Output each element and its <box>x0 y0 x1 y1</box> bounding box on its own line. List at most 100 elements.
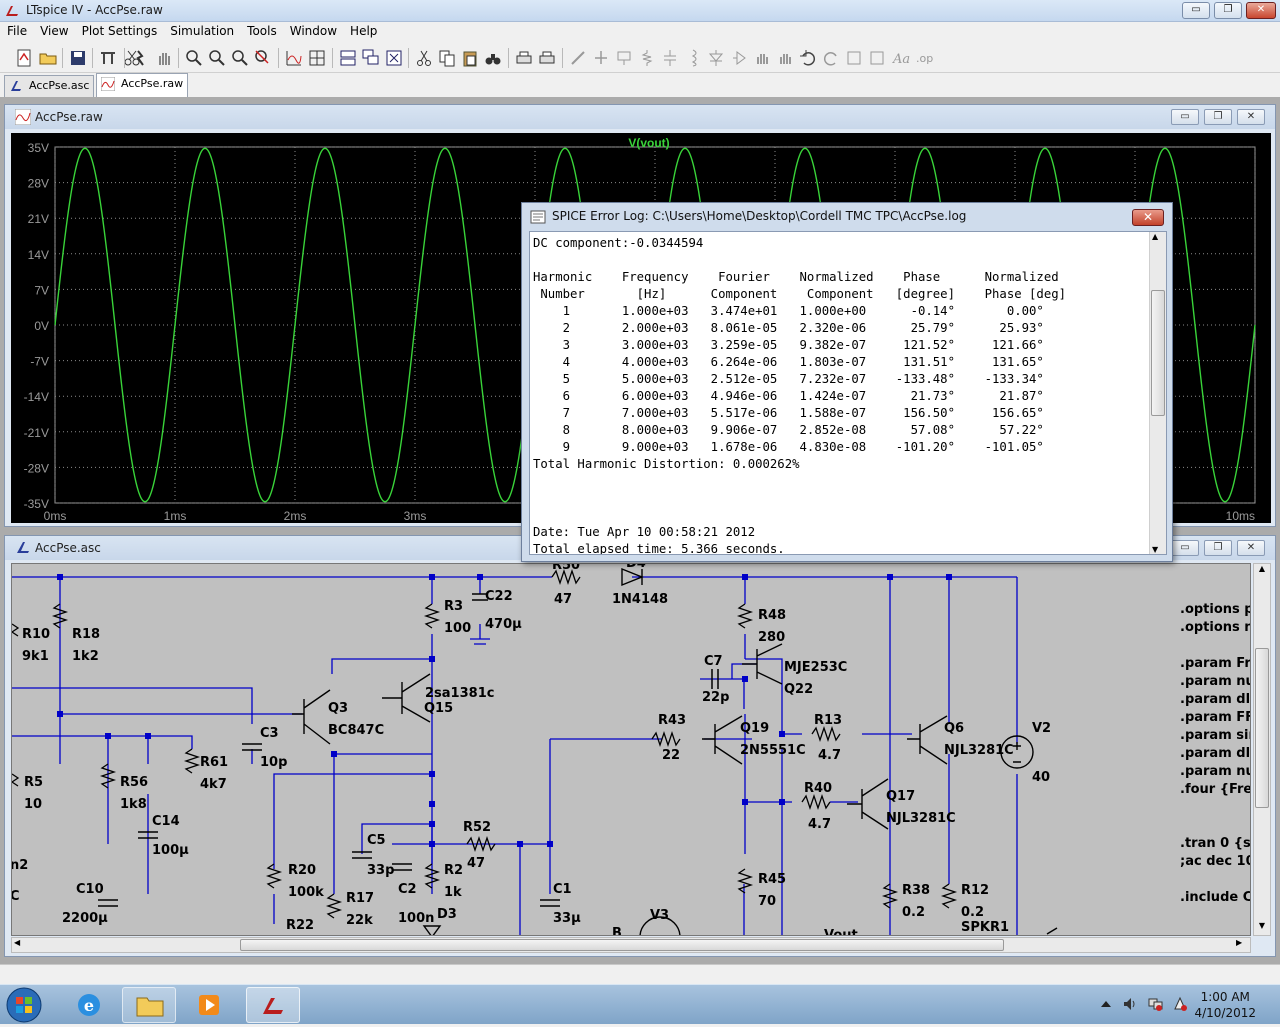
zoom-fit-icon[interactable] <box>253 48 273 68</box>
status-bar <box>0 964 1280 984</box>
horizontal-scroll-thumb[interactable] <box>240 939 1004 951</box>
menu-view[interactable]: View <box>33 22 74 38</box>
spice-directive-icon[interactable]: .op <box>913 48 933 68</box>
new-schematic-icon[interactable] <box>14 48 34 68</box>
save-icon[interactable] <box>68 48 88 68</box>
log-scroll-down-icon[interactable]: ▼ <box>1152 545 1158 554</box>
open-folder-icon[interactable] <box>38 48 58 68</box>
action-center-icon[interactable] <box>1172 996 1188 1012</box>
spice-directive: .include C <box>1180 890 1251 905</box>
grid-icon[interactable] <box>307 48 327 68</box>
svg-text:10: 10 <box>24 797 42 812</box>
tab-accpse-asc[interactable]: AccPse.asc <box>4 75 94 97</box>
spice-directives: .options pl .options nu .param Fre .param n… <box>1180 602 1251 905</box>
y-tick-label: -14V <box>24 390 49 404</box>
capacitor-icon[interactable] <box>660 48 680 68</box>
menu-window[interactable]: Window <box>283 22 343 38</box>
schematic-minimize-button[interactable]: ▭ <box>1171 540 1199 556</box>
waveform-maximize-button[interactable]: ❐ <box>1204 109 1232 125</box>
log-scroll-thumb[interactable] <box>1151 290 1165 416</box>
svg-text:n2: n2 <box>12 858 28 873</box>
spice-directive: .param dly <box>1180 692 1251 707</box>
resistor-icon[interactable] <box>637 48 657 68</box>
undo-icon[interactable] <box>798 48 818 68</box>
autorange-icon[interactable] <box>284 48 304 68</box>
taskbar-ltspice[interactable] <box>246 987 300 1023</box>
halt-hand-icon[interactable] <box>154 48 174 68</box>
start-button-icon[interactable] <box>4 986 44 1024</box>
schematic-horizontal-scrollbar[interactable]: ◀ ▶ <box>11 937 1251 953</box>
system-clock[interactable]: 1:00 AM 4/10/2012 <box>1194 989 1256 1021</box>
drag-hand-icon[interactable] <box>775 48 795 68</box>
component-labels: R109k1 R181k2 R3100 C22470µ R5047 D41N41… <box>12 564 1051 935</box>
ground-icon[interactable] <box>591 48 611 68</box>
control-panel-icon[interactable] <box>98 48 118 68</box>
log-line: Number [Hz] Component Component [degree]… <box>533 287 1067 301</box>
find-icon[interactable] <box>483 48 503 68</box>
y-tick-label: 28V <box>28 177 49 191</box>
schematic-vertical-scrollbar[interactable]: ▲ ▼ <box>1253 563 1271 936</box>
menu-file[interactable]: File <box>0 22 33 38</box>
rotate-icon[interactable] <box>844 48 864 68</box>
svg-text:R13: R13 <box>814 713 842 728</box>
label-net-icon[interactable] <box>614 48 634 68</box>
inductor-icon[interactable] <box>683 48 703 68</box>
svg-text:R50: R50 <box>552 564 580 573</box>
close-all-icon[interactable] <box>384 48 404 68</box>
scroll-up-arrow-icon[interactable]: ▲ <box>1256 564 1268 578</box>
network-icon[interactable] <box>1147 996 1163 1012</box>
paste-icon[interactable] <box>460 48 480 68</box>
maximize-button[interactable]: ❐ <box>1214 2 1242 19</box>
cascade-icon[interactable] <box>361 48 381 68</box>
log-close-button[interactable]: ✕ <box>1132 209 1164 226</box>
media-player-icon <box>199 995 219 1015</box>
svg-text:9k1: 9k1 <box>22 649 49 664</box>
svg-text:MJE253C: MJE253C <box>784 660 847 675</box>
draw-wire-icon[interactable] <box>568 48 588 68</box>
taskbar-media-player[interactable] <box>182 987 236 1023</box>
cut-icon[interactable] <box>414 48 434 68</box>
print-icon[interactable] <box>537 48 557 68</box>
show-hidden-icons-icon[interactable] <box>1100 999 1112 1009</box>
close-button[interactable]: ✕ <box>1246 2 1276 19</box>
print-setup-icon[interactable] <box>514 48 534 68</box>
taskbar-explorer[interactable] <box>122 987 176 1023</box>
copy-icon[interactable] <box>437 48 457 68</box>
y-tick-label: 0V <box>34 319 49 333</box>
schematic-close-button[interactable]: ✕ <box>1237 540 1265 556</box>
component-icon[interactable] <box>729 48 749 68</box>
waveform-close-button[interactable]: ✕ <box>1237 109 1265 125</box>
text-icon[interactable]: Aa <box>890 48 910 68</box>
log-scroll-up-icon[interactable]: ▲ <box>1152 232 1158 241</box>
minimize-button[interactable]: ▭ <box>1182 2 1210 19</box>
scroll-down-arrow-icon[interactable]: ▼ <box>1256 921 1268 935</box>
log-text-area[interactable]: DC component:-0.0344594 Harmonic Frequen… <box>529 231 1167 555</box>
schematic-drawing[interactable]: R109k1 R181k2 R3100 C22470µ R5047 D41N41… <box>12 564 1251 936</box>
diode-icon[interactable] <box>706 48 726 68</box>
run-icon[interactable] <box>130 48 150 68</box>
waveform-minimize-button[interactable]: ▭ <box>1171 109 1199 125</box>
tab-accpse-raw[interactable]: AccPse.raw <box>96 73 188 97</box>
zoom-in-icon[interactable] <box>184 48 204 68</box>
vertical-scroll-thumb[interactable] <box>1255 648 1269 808</box>
volume-icon[interactable] <box>1122 996 1138 1012</box>
menu-tools[interactable]: Tools <box>240 22 283 38</box>
schematic-maximize-button[interactable]: ❐ <box>1204 540 1232 556</box>
menu-simulation[interactable]: Simulation <box>163 22 240 38</box>
scroll-left-arrow-icon[interactable]: ◀ <box>14 938 26 952</box>
taskbar-internet-explorer[interactable]: e <box>62 987 116 1023</box>
zoom-pan-icon[interactable] <box>207 48 227 68</box>
menu-help[interactable]: Help <box>343 22 383 38</box>
svg-text:2sa1381c: 2sa1381c <box>425 686 494 701</box>
svg-text:10p: 10p <box>260 755 287 770</box>
redo-icon[interactable] <box>821 48 841 68</box>
move-hand-icon[interactable] <box>752 48 772 68</box>
zoom-out-icon[interactable] <box>230 48 250 68</box>
mirror-icon[interactable] <box>867 48 887 68</box>
menu-plot-settings[interactable]: Plot Settings <box>75 22 164 38</box>
tile-horizontal-icon[interactable] <box>338 48 358 68</box>
scroll-right-arrow-icon[interactable]: ▶ <box>1236 938 1248 952</box>
schematic-canvas[interactable]: R109k1 R181k2 R3100 C22470µ R5047 D41N41… <box>11 563 1251 936</box>
log-vertical-scrollbar[interactable]: ▲ ▼ <box>1149 232 1166 554</box>
